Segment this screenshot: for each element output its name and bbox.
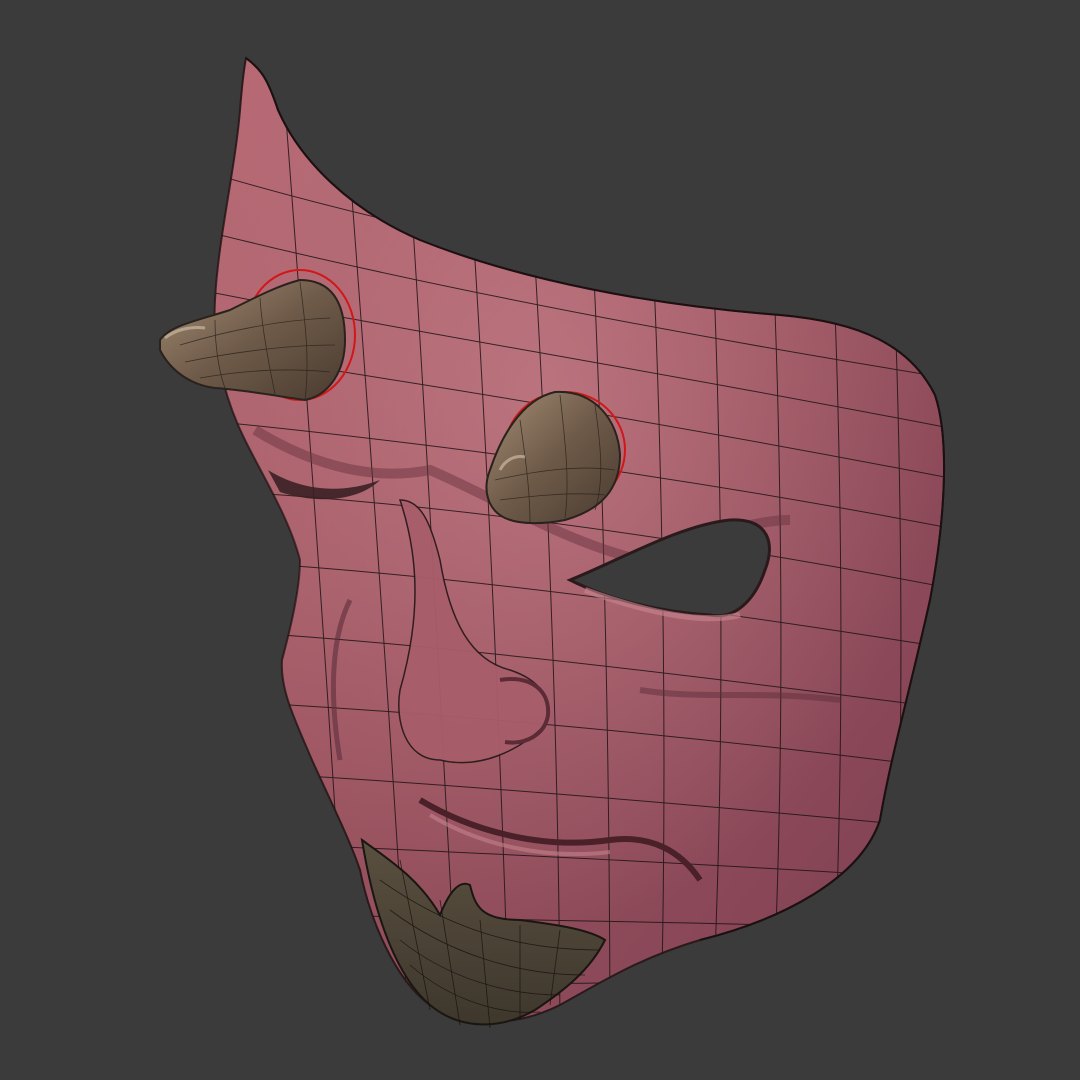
render-viewport: [0, 0, 1080, 1080]
mask-render: [159, 56, 946, 1029]
